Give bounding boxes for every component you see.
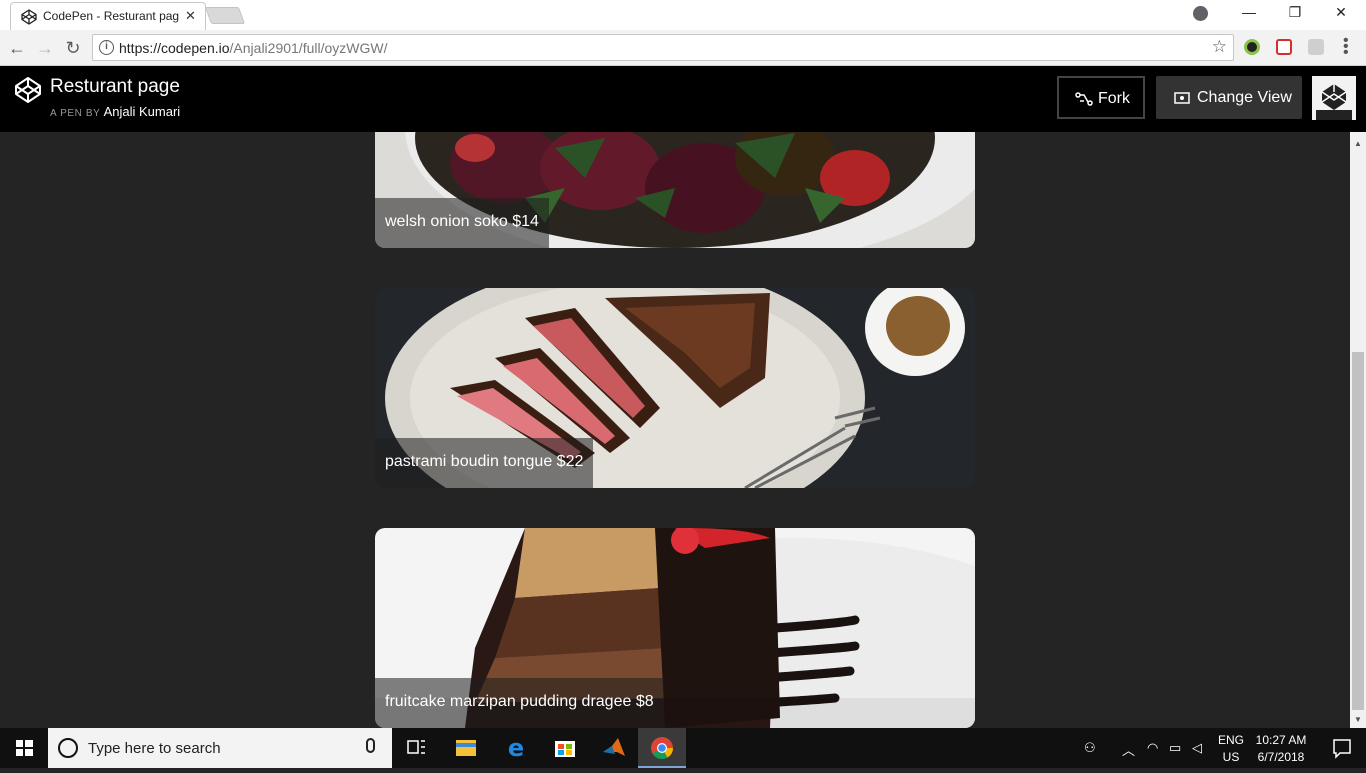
minimize-button[interactable]: — bbox=[1226, 4, 1272, 20]
svg-text:e: e bbox=[508, 734, 524, 762]
chrome-taskbar-icon[interactable] bbox=[638, 728, 686, 768]
new-tab-button[interactable] bbox=[204, 7, 246, 24]
pen-byline: A PEN BY Anjali Kumari bbox=[50, 104, 180, 119]
close-window-button[interactable]: ✕ bbox=[1318, 4, 1364, 21]
tab-title: CodePen - Resturant pag bbox=[43, 9, 180, 23]
fork-label: Fork bbox=[1098, 90, 1130, 107]
codepen-favicon-icon bbox=[21, 9, 37, 25]
address-bar[interactable]: i https://codepen.io/Anjali2901/full/oyz… bbox=[92, 34, 1234, 61]
fork-icon bbox=[1075, 92, 1093, 106]
taskbar-search-box[interactable]: Type here to search bbox=[48, 728, 392, 768]
eye-icon bbox=[1174, 92, 1190, 104]
browser-toolbar: ← → ↻ i https://codepen.io/Anjali2901/fu… bbox=[0, 30, 1366, 66]
codepen-logo-icon[interactable] bbox=[14, 76, 42, 104]
search-placeholder: Type here to search bbox=[88, 740, 221, 757]
page-content: welsh onion soko $14 pastrami boudin ton… bbox=[0, 132, 1350, 728]
restore-button[interactable]: ❐ bbox=[1272, 4, 1318, 21]
address-url: https://codepen.io/Anjali2901/full/oyzWG… bbox=[119, 40, 387, 56]
browser-tab[interactable]: CodePen - Resturant pag ✕ bbox=[10, 2, 206, 30]
extension-save-icon[interactable] bbox=[1276, 39, 1292, 55]
avatar-image-icon bbox=[1312, 76, 1356, 120]
menu-card-2: pastrami boudin tongue $22 bbox=[375, 288, 975, 488]
back-arrow-icon[interactable]: ← bbox=[6, 37, 28, 59]
system-clock[interactable]: 10:27 AM 6/7/2018 bbox=[1250, 732, 1312, 766]
menu-item-caption: fruitcake marzipan pudding dragee $8 bbox=[375, 678, 664, 728]
change-view-button[interactable]: Change View bbox=[1156, 76, 1302, 119]
user-avatar[interactable] bbox=[1312, 76, 1356, 120]
menu-item-caption: welsh onion soko $14 bbox=[375, 198, 549, 248]
lang-bottom: US bbox=[1222, 750, 1240, 764]
cortana-icon bbox=[58, 738, 78, 758]
task-view-icon[interactable] bbox=[392, 728, 440, 768]
matlab-icon[interactable] bbox=[590, 728, 638, 768]
tab-close-icon[interactable]: ✕ bbox=[185, 8, 196, 24]
windows-taskbar: Type here to search e ⚇ ︿ ◠ ▭ ◁ ENG US 1… bbox=[0, 728, 1366, 768]
byline-prefix: A PEN BY bbox=[50, 108, 101, 119]
windows-logo-icon bbox=[16, 740, 33, 756]
forward-arrow-icon[interactable]: → bbox=[34, 37, 56, 59]
codepen-header: Resturant page A PEN BY Anjali Kumari Fo… bbox=[0, 66, 1366, 132]
people-icon[interactable]: ⚇ bbox=[1084, 740, 1096, 756]
battery-icon[interactable]: ▭ bbox=[1169, 740, 1181, 756]
volume-muted-icon[interactable]: ◁ bbox=[1192, 740, 1202, 756]
notifications-icon[interactable] bbox=[1318, 728, 1366, 768]
change-view-label: Change View bbox=[1197, 89, 1292, 106]
scroll-down-arrow-icon[interactable]: ▼ bbox=[1350, 712, 1366, 728]
site-info-icon[interactable]: i bbox=[99, 40, 114, 55]
scroll-up-arrow-icon[interactable]: ▲ bbox=[1350, 136, 1366, 152]
url-host: https://codepen.io bbox=[119, 40, 230, 56]
start-button[interactable] bbox=[0, 728, 48, 768]
store-icon[interactable] bbox=[541, 728, 589, 768]
browser-menu-icon[interactable]: • • • bbox=[1343, 33, 1349, 61]
pen-title: Resturant page bbox=[50, 76, 180, 97]
bookmark-star-icon[interactable]: ☆ bbox=[1212, 37, 1227, 57]
tray-expand-icon[interactable]: ︿ bbox=[1122, 740, 1135, 759]
fork-button[interactable]: Fork bbox=[1057, 76, 1145, 119]
menu-card-3: fruitcake marzipan pudding dragee $8 bbox=[375, 528, 975, 728]
microphone-icon[interactable] bbox=[366, 738, 375, 753]
url-path: /Anjali2901/full/oyzWGW/ bbox=[229, 40, 388, 56]
menu-item-caption: pastrami boudin tongue $22 bbox=[375, 438, 594, 488]
scrollbar-thumb[interactable] bbox=[1352, 352, 1364, 710]
profile-icon[interactable] bbox=[1193, 6, 1208, 21]
file-explorer-icon[interactable] bbox=[442, 728, 490, 768]
clock-date: 6/7/2018 bbox=[1257, 750, 1305, 764]
wifi-icon[interactable]: ◠ bbox=[1147, 740, 1158, 756]
reload-icon[interactable]: ↻ bbox=[62, 37, 84, 59]
browser-tabstrip: CodePen - Resturant pag ✕ — ❐ ✕ bbox=[0, 0, 1366, 30]
lang-top: ENG bbox=[1217, 733, 1244, 747]
menu-card-1: welsh onion soko $14 bbox=[375, 132, 975, 248]
author-link[interactable]: Anjali Kumari bbox=[104, 104, 181, 119]
extension-pdf-icon[interactable] bbox=[1308, 39, 1324, 55]
input-language-indicator[interactable]: ENG US bbox=[1214, 732, 1248, 766]
clock-time: 10:27 AM bbox=[1255, 733, 1307, 747]
edge-browser-icon[interactable]: e bbox=[492, 728, 540, 768]
extension-color-icon[interactable] bbox=[1244, 39, 1260, 55]
